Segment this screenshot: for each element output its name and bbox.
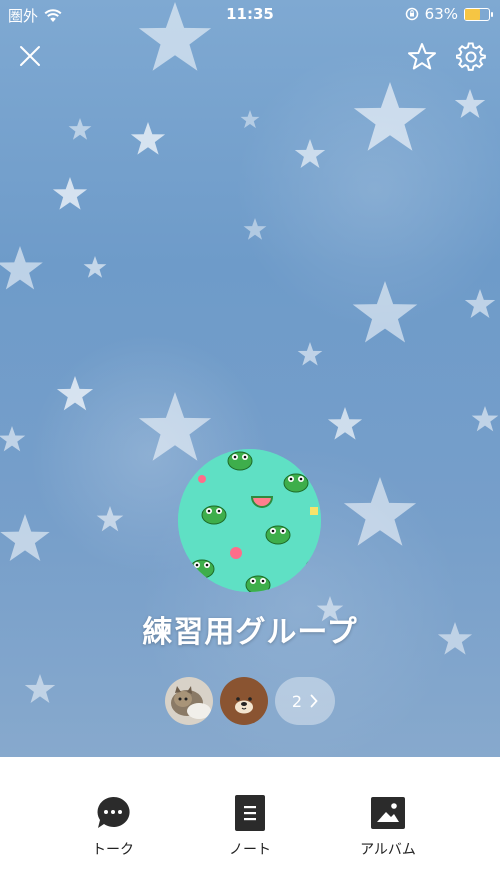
cat-photo-avatar (165, 677, 213, 725)
note-label: ノート (229, 842, 271, 858)
talk-button[interactable]: トーク (53, 795, 173, 859)
group-name: 練習用グループ (142, 615, 358, 650)
battery-icon (464, 7, 493, 21)
note-button[interactable]: ノート (190, 795, 310, 859)
frog-pattern-image (178, 449, 321, 592)
member-count-button[interactable]: 2 (275, 677, 335, 725)
status-right: 63% (405, 5, 493, 23)
album-icon (371, 797, 405, 829)
favorite-button[interactable] (407, 42, 437, 76)
close-icon (20, 46, 40, 66)
member-avatar-bear[interactable] (220, 677, 268, 725)
chevron-right-icon (310, 694, 318, 708)
album-button[interactable]: アルバム (328, 795, 448, 859)
star-icon (408, 43, 436, 70)
group-avatar[interactable] (178, 449, 321, 592)
gear-icon (455, 42, 486, 71)
settings-button[interactable] (455, 42, 486, 76)
chat-icon (97, 796, 130, 828)
rotation-lock-icon (405, 7, 418, 21)
note-icon (235, 795, 265, 831)
battery-level (465, 8, 481, 20)
album-label: アルバム (360, 842, 416, 858)
status-bar: 圏外 11:35 63% (0, 0, 500, 28)
battery-percent: 63% (424, 5, 458, 23)
action-bar: トーク ノート アルバム (0, 757, 500, 889)
member-count-label: 2 (291, 691, 303, 711)
member-avatar-cat[interactable] (165, 677, 213, 725)
talk-label: トーク (92, 842, 134, 858)
bear-avatar (220, 677, 268, 725)
close-button[interactable] (18, 44, 42, 72)
